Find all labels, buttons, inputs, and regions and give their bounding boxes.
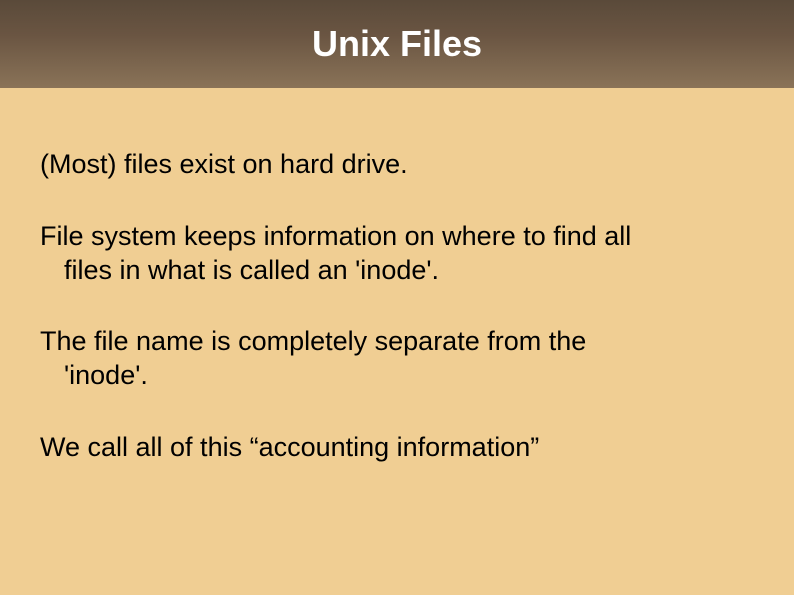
paragraph-2-line1: File system keeps information on where t… [40,221,631,251]
paragraph-1-text: (Most) files exist on hard drive. [40,149,408,179]
paragraph-1: (Most) files exist on hard drive. [40,148,754,182]
paragraph-4-text: We call all of this “accounting informat… [40,432,539,462]
slide-content: (Most) files exist on hard drive. File s… [0,88,794,465]
paragraph-4: We call all of this “accounting informat… [40,431,754,465]
paragraph-2-line2: files in what is called an 'inode'. [64,254,754,288]
paragraph-3-line1: The file name is completely separate fro… [40,326,586,356]
paragraph-2: File system keeps information on where t… [40,220,754,288]
paragraph-3: The file name is completely separate fro… [40,325,754,393]
slide-header: Unix Files [0,0,794,88]
paragraph-3-line2: 'inode'. [64,359,754,393]
slide-title: Unix Files [312,23,482,65]
